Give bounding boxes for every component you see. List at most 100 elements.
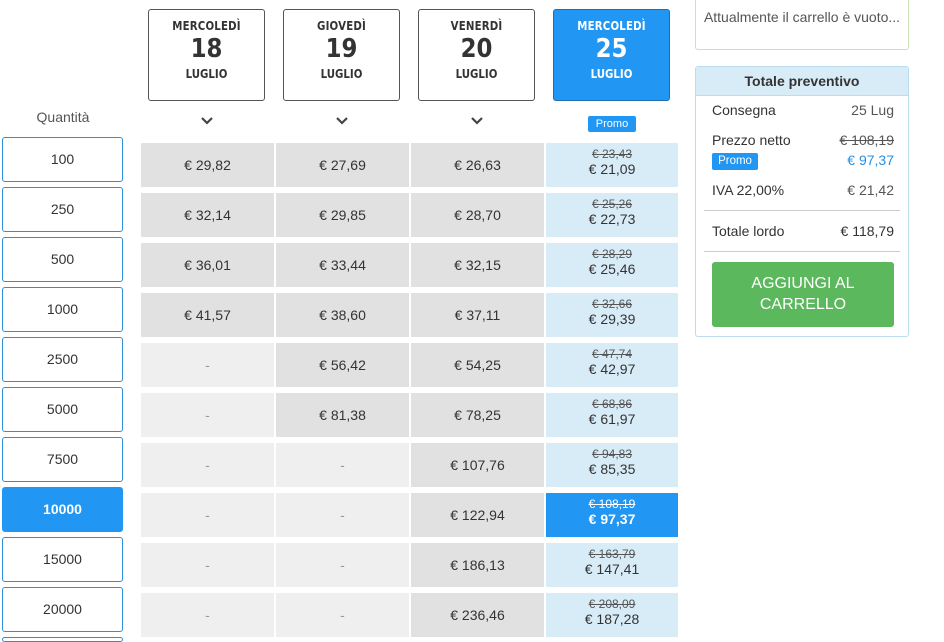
old-price: € 25,26 [591, 197, 633, 211]
delivery-label: Consegna [712, 102, 776, 118]
total-label: Totale lordo [712, 223, 785, 239]
quote-summary-panel: Totale preventivo Consegna 25 Lug Prezzo… [695, 66, 909, 337]
quantity-button[interactable]: 5000 [2, 387, 123, 432]
price-cell[interactable]: € 32,15 [411, 243, 544, 287]
price-cell[interactable]: € 186,13 [411, 543, 544, 587]
price-cell[interactable]: € 56,42 [276, 343, 409, 387]
date-day: 20 [460, 34, 493, 64]
quantity-button[interactable]: 15000 [2, 537, 123, 582]
promo-price-cell[interactable]: € 32,66 € 29,39 [546, 293, 678, 337]
quantity-button[interactable]: 2500 [2, 337, 123, 382]
chevron-down-icon[interactable] [200, 114, 214, 128]
new-price: € 29,39 [588, 311, 636, 327]
quantity-button[interactable]: 500 [2, 237, 123, 282]
old-price: € 208,09 [588, 597, 636, 611]
old-price: € 23,43 [591, 147, 633, 161]
price-cell[interactable]: € 78,25 [411, 393, 544, 437]
old-price: € 163,79 [588, 547, 636, 561]
selected-price-cell[interactable]: € 108,19 € 97,37 [546, 493, 678, 537]
unavailable-cell: - [276, 443, 409, 487]
quantity-button[interactable]: 250 [2, 187, 123, 232]
unavailable-cell: - [276, 593, 409, 637]
unavailable-cell: - [141, 393, 274, 437]
quantity-button[interactable]: 7500 [2, 437, 123, 482]
cart-empty-message: Attualmente il carrello è vuoto... [695, 0, 909, 50]
unavailable-cell: - [141, 343, 274, 387]
date-day: 18 [190, 34, 223, 64]
old-price: € 94,83 [591, 447, 633, 461]
price-cell[interactable]: € 107,76 [411, 443, 544, 487]
promo-price-cell[interactable]: € 68,86 € 61,97 [546, 393, 678, 437]
new-price: € 21,09 [588, 161, 636, 177]
quantity-label: Quantità [36, 109, 90, 125]
promo-badge: Promo [712, 153, 758, 170]
net-new-price: € 97,37 [847, 152, 894, 168]
new-price: € 187,28 [584, 611, 640, 627]
total-value: € 118,79 [840, 223, 894, 239]
quantity-button-selected[interactable]: 10000 [2, 487, 123, 532]
promo-price-cell[interactable]: € 25,26 € 22,73 [546, 193, 678, 237]
vat-label: IVA 22,00% [712, 182, 785, 198]
unavailable-cell: - [141, 593, 274, 637]
price-cell[interactable]: € 27,69 [276, 143, 409, 187]
old-price: € 47,74 [591, 347, 633, 361]
date-card-3-selected[interactable]: MERCOLEDÌ 25 LUGLIO [553, 9, 670, 101]
chevron-down-icon[interactable] [470, 114, 484, 128]
date-weekday: VENERDÌ [450, 19, 503, 33]
date-weekday: MERCOLEDÌ [577, 19, 646, 33]
quantity-button[interactable]: 100 [2, 137, 123, 182]
chevron-down-icon[interactable] [335, 114, 349, 128]
unavailable-cell: - [141, 443, 274, 487]
date-day: 19 [325, 34, 358, 64]
promo-price-cell[interactable]: € 28,29 € 25,46 [546, 243, 678, 287]
promo-price-cell[interactable]: € 208,09 € 187,28 [546, 593, 678, 637]
price-cell[interactable]: € 37,11 [411, 293, 544, 337]
promo-badge: Promo [588, 116, 636, 132]
price-cell[interactable]: € 29,82 [141, 143, 274, 187]
old-price: € 68,86 [591, 397, 633, 411]
date-month: LUGLIO [455, 67, 498, 81]
delivery-value: 25 Lug [851, 102, 894, 118]
promo-price-cell[interactable]: € 47,74 € 42,97 [546, 343, 678, 387]
price-cell[interactable]: € 81,38 [276, 393, 409, 437]
date-month: LUGLIO [590, 67, 633, 81]
promo-price-cell[interactable]: € 163,79 € 147,41 [546, 543, 678, 587]
vat-value: € 21,42 [847, 182, 894, 198]
add-to-cart-button[interactable]: AGGIUNGI AL CARRELLO [712, 262, 894, 327]
divider [704, 210, 900, 211]
price-cell[interactable]: € 36,01 [141, 243, 274, 287]
price-cell[interactable]: € 28,70 [411, 193, 544, 237]
promo-price-cell[interactable]: € 23,43 € 21,09 [546, 143, 678, 187]
unavailable-cell: - [276, 543, 409, 587]
date-day: 25 [595, 34, 628, 64]
date-weekday: MERCOLEDÌ [172, 19, 241, 33]
date-card-2[interactable]: VENERDÌ 20 LUGLIO [418, 9, 535, 101]
price-cell[interactable]: € 32,14 [141, 193, 274, 237]
date-month: LUGLIO [320, 67, 363, 81]
price-cell[interactable]: € 29,85 [276, 193, 409, 237]
price-cell[interactable]: € 38,60 [276, 293, 409, 337]
net-old-price: € 108,19 [839, 132, 895, 148]
quantity-button-partial[interactable] [2, 637, 123, 642]
unavailable-cell: - [141, 543, 274, 587]
price-cell[interactable]: € 122,94 [411, 493, 544, 537]
new-price: € 22,73 [588, 211, 636, 227]
quantity-button[interactable]: 20000 [2, 587, 123, 632]
price-cell[interactable]: € 54,25 [411, 343, 544, 387]
date-card-0[interactable]: MERCOLEDÌ 18 LUGLIO [148, 9, 265, 101]
new-price: € 25,46 [588, 261, 636, 277]
date-card-1[interactable]: GIOVEDÌ 19 LUGLIO [283, 9, 400, 101]
new-price: € 97,37 [588, 511, 636, 527]
date-weekday: GIOVEDÌ [317, 19, 366, 33]
divider [704, 251, 900, 252]
old-price: € 32,66 [591, 297, 633, 311]
old-price: € 28,29 [591, 247, 633, 261]
promo-price-cell[interactable]: € 94,83 € 85,35 [546, 443, 678, 487]
price-cell[interactable]: € 26,63 [411, 143, 544, 187]
price-cell[interactable]: € 236,46 [411, 593, 544, 637]
price-cell[interactable]: € 33,44 [276, 243, 409, 287]
quantity-button[interactable]: 1000 [2, 287, 123, 332]
old-price: € 108,19 [588, 497, 636, 511]
price-cell[interactable]: € 41,57 [141, 293, 274, 337]
new-price: € 147,41 [584, 561, 640, 577]
